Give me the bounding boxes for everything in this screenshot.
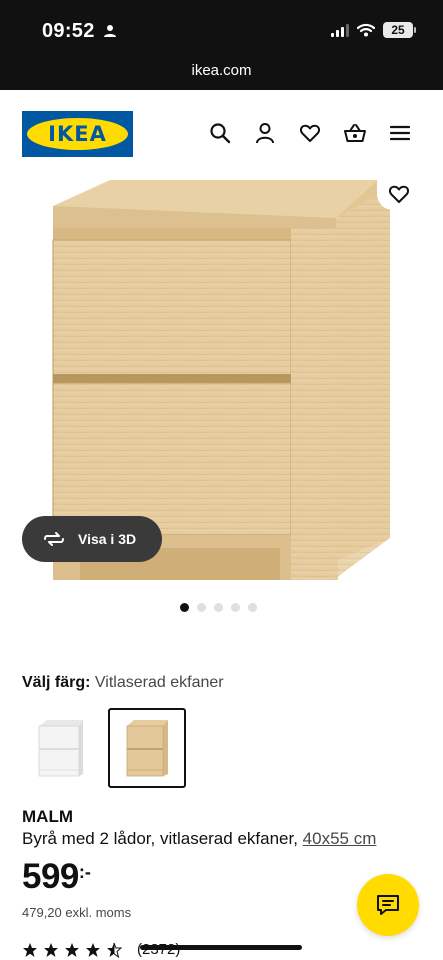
color-value: Vitlaserad ekfaner	[94, 674, 224, 691]
white-dresser-thumbnail	[38, 720, 83, 777]
person-icon	[104, 25, 116, 37]
pagination-dot-active[interactable]	[180, 603, 189, 612]
price-excluding-vat: 479,20 exkl. moms	[22, 905, 132, 920]
color-swatches	[22, 708, 186, 788]
chat-button[interactable]	[357, 874, 419, 936]
product-gallery[interactable]: Visa i 3D	[0, 178, 443, 598]
heart-icon	[388, 185, 410, 203]
status-time: 09:52	[42, 20, 95, 42]
price-suffix: :-	[78, 862, 91, 882]
pagination-dot[interactable]	[231, 603, 240, 612]
star-icon	[86, 942, 100, 957]
pagination-dot[interactable]	[214, 603, 223, 612]
favorite-button[interactable]	[377, 178, 421, 210]
pagination-dot[interactable]	[197, 603, 206, 612]
logo-oval: IKEA	[27, 118, 128, 150]
color-label: Välj färg:	[22, 674, 91, 691]
view-in-3d-button[interactable]: Visa i 3D	[22, 516, 162, 562]
product-description: Byrå med 2 lådor, vitlaserad ekfaner, 40…	[22, 829, 376, 849]
product-measurements-link[interactable]: 40x55 cm	[303, 829, 377, 848]
pagination-dot[interactable]	[248, 603, 257, 612]
oak-dresser-thumbnail	[126, 720, 168, 777]
wifi-icon	[357, 23, 375, 37]
rotate-3d-icon	[44, 532, 64, 546]
menu-icon[interactable]	[389, 122, 411, 144]
status-indicators: 25	[331, 22, 416, 38]
product-price: 599:-	[22, 857, 91, 897]
product-description-text: Byrå med 2 lådor, vitlaserad ekfaner,	[22, 829, 298, 848]
cell-signal-icon	[331, 23, 349, 37]
status-bar: 09:52 25	[0, 0, 443, 58]
ikea-logo[interactable]: IKEA	[22, 111, 133, 157]
heart-icon[interactable]	[299, 122, 321, 144]
basket-icon[interactable]	[344, 122, 366, 144]
product-name: MALM	[22, 807, 73, 826]
price-amount: 599	[22, 857, 79, 896]
star-icon	[23, 942, 37, 957]
swatch-oak-veneer[interactable]	[108, 708, 186, 788]
star-half-icon	[107, 942, 122, 958]
logo-text: IKEA	[48, 122, 107, 146]
address-bar[interactable]: ikea.com	[0, 58, 443, 90]
site-header: IKEA	[0, 90, 443, 178]
color-selector-heading: Välj färg: Vitlaserad ekfaner	[22, 674, 224, 692]
battery-indicator: 25	[383, 22, 416, 38]
swatch-white[interactable]	[22, 708, 100, 788]
star-icon	[44, 942, 58, 957]
profile-icon[interactable]	[254, 122, 276, 144]
header-actions	[209, 122, 411, 144]
gallery-pagination	[180, 603, 257, 612]
chat-icon	[377, 895, 399, 915]
star-icon	[65, 942, 79, 957]
view-in-3d-label: Visa i 3D	[78, 531, 137, 547]
home-indicator[interactable]	[140, 945, 302, 950]
search-icon[interactable]	[209, 122, 231, 144]
